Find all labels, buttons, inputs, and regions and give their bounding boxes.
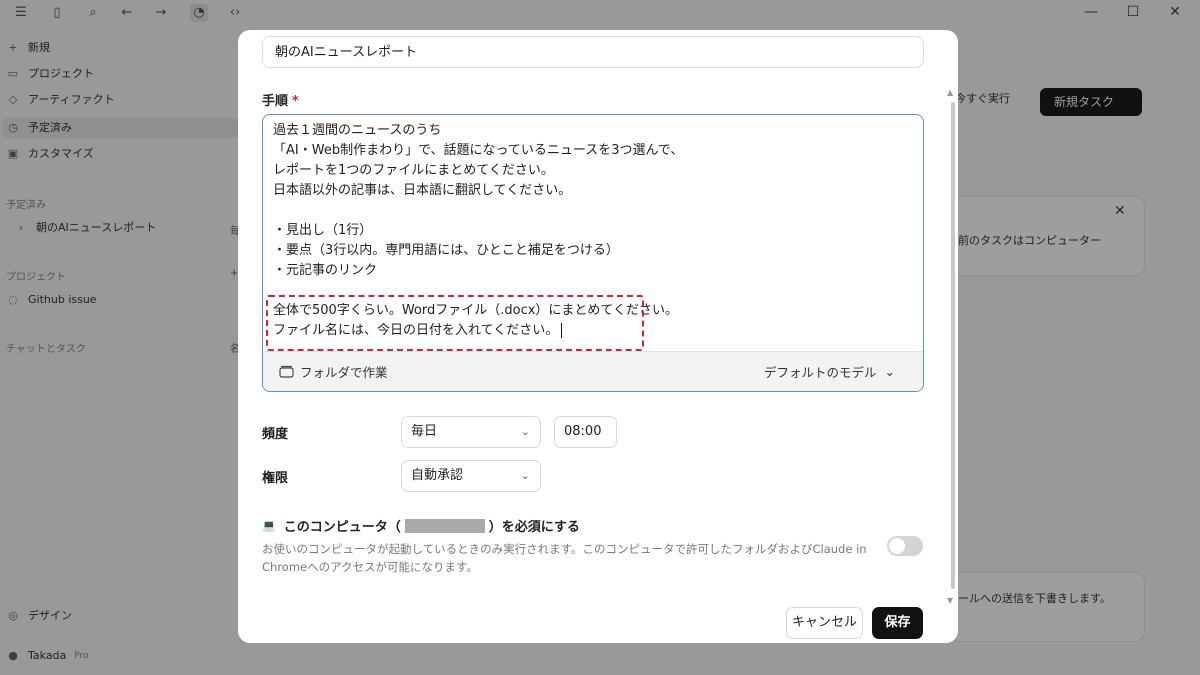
frequency-select[interactable]: 毎日 ⌄ (401, 416, 541, 448)
permission-select[interactable]: 自動承認 ⌄ (401, 460, 541, 492)
save-button[interactable]: 保存 (872, 607, 923, 639)
time-input[interactable]: 08:00 (554, 416, 617, 448)
toggle-knob (889, 538, 905, 554)
frequency-label: 頻度 (262, 427, 289, 442)
work-in-folder-button[interactable]: フォルダで作業 (279, 362, 388, 381)
cancel-button[interactable]: キャンセル (786, 607, 863, 639)
redacted-computer-name (404, 518, 485, 533)
require-computer-label: 💻 このコンピュータ（ ）を必須にする (262, 518, 580, 535)
require-computer-toggle[interactable] (887, 536, 923, 556)
permission-label: 権限 (262, 471, 289, 486)
require-computer-description: お使いのコンピュータが起動しているときのみ実行されます。このコンピュータで許可し… (262, 542, 867, 574)
steps-toolbar: フォルダで作業 デフォルトのモデル ⌄ (263, 351, 923, 391)
modal-scrollbar[interactable] (951, 102, 955, 589)
scroll-down-arrow[interactable]: ▼ (947, 596, 953, 605)
laptop-icon: 💻 (262, 519, 276, 532)
chevron-down-icon: ⌄ (520, 469, 530, 482)
folder-icon (279, 365, 294, 378)
steps-label: 手順 * (262, 94, 299, 109)
highlight-annotation (266, 295, 644, 351)
task-name-input[interactable]: 朝のAIニュースレポート (262, 36, 924, 68)
required-mark: * (292, 94, 299, 109)
chevron-down-icon: ⌄ (884, 364, 895, 379)
scroll-up-arrow[interactable]: ▲ (947, 88, 953, 97)
chevron-down-icon: ⌄ (520, 425, 530, 438)
steps-textarea[interactable]: 過去１週間のニュースのうち 「AI・Web制作まわり」で、話題になっているニュー… (262, 114, 924, 392)
model-selector[interactable]: デフォルトのモデル ⌄ (764, 362, 895, 381)
